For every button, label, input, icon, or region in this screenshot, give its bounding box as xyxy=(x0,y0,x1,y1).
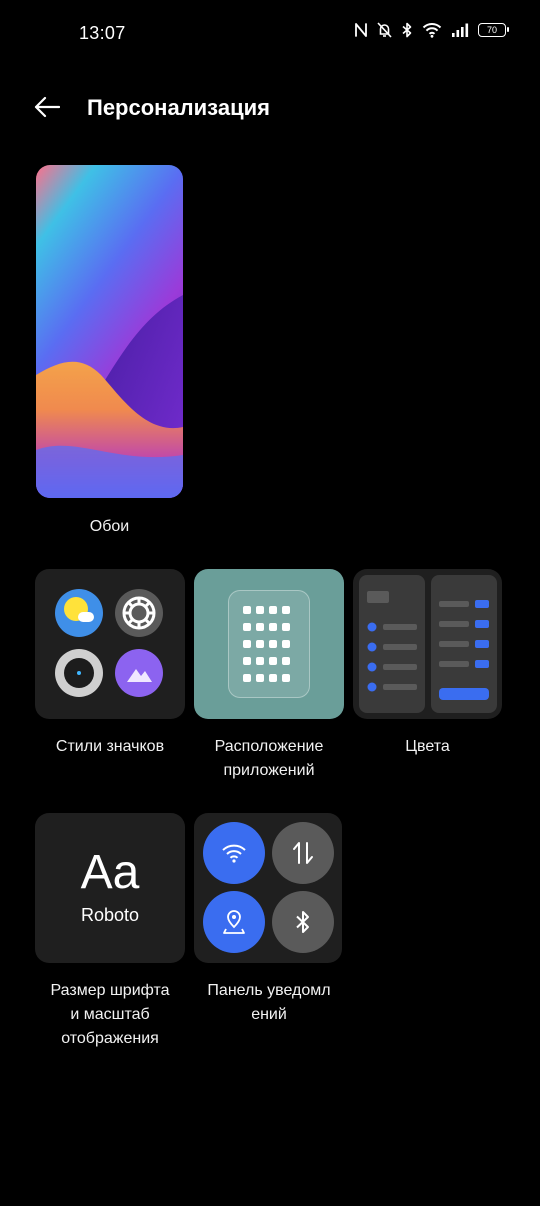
wallpaper-label: Обои xyxy=(89,518,130,535)
app-layout-tile[interactable] xyxy=(194,569,344,719)
wifi-icon xyxy=(422,22,442,38)
font-label-line1: Размер шрифта xyxy=(50,982,170,999)
app-layout-label-line2: приложений xyxy=(223,762,315,779)
qs-wifi-icon xyxy=(203,822,265,884)
notification-panel-label-line1: Панель уведомл xyxy=(207,982,331,999)
font-sample: Aa xyxy=(80,846,140,899)
font-name: Roboto xyxy=(80,905,140,925)
camera-lens-icon xyxy=(55,649,103,697)
status-time: 13:07 xyxy=(79,23,126,43)
status-icons: 70 xyxy=(354,22,509,38)
font-tile[interactable]: Aa Roboto xyxy=(35,813,185,963)
qs-mobile-data-icon xyxy=(272,822,334,884)
icon-styles-label: Стили значков xyxy=(55,738,165,755)
icon-styles-tile[interactable] xyxy=(35,569,185,719)
arrow-left-icon xyxy=(34,96,60,118)
header: Персонализация xyxy=(0,86,540,130)
app-layout-label: Расположение приложений xyxy=(184,735,354,783)
qs-location-icon xyxy=(203,891,265,953)
bluetooth-icon xyxy=(401,22,413,38)
app-layout-label-line1: Расположение xyxy=(214,738,324,755)
page-title: Персонализация xyxy=(87,95,270,120)
back-button[interactable] xyxy=(30,90,64,124)
weather-icon xyxy=(55,589,103,637)
signal-icon xyxy=(451,22,469,38)
notification-panel-label-line2: ений xyxy=(251,1006,287,1023)
notification-panel-label: Панель уведомл ений xyxy=(184,979,354,1027)
colors-preview xyxy=(359,575,497,713)
battery-icon: 70 xyxy=(478,23,509,37)
colors-label: Цвета xyxy=(405,738,450,755)
status-bar: 13:07 70 xyxy=(0,0,540,70)
wallpaper-preview[interactable] xyxy=(36,165,183,498)
notification-panel-tile[interactable] xyxy=(194,813,342,963)
screen: 13:07 70 Персонализация Обои Стили значк… xyxy=(0,0,540,1206)
font-label: Размер шрифта и масштаб отображения xyxy=(25,979,195,1051)
font-label-line2: и масштаб xyxy=(70,1006,150,1023)
nfc-icon xyxy=(354,22,368,38)
qs-bluetooth-icon xyxy=(272,891,334,953)
wallpaper-image xyxy=(36,165,183,498)
settings-gear-icon xyxy=(115,589,163,637)
gallery-icon xyxy=(115,649,163,697)
font-label-line3: отображения xyxy=(61,1030,159,1047)
app-grid-preview xyxy=(228,590,310,698)
colors-tile[interactable] xyxy=(353,569,502,719)
bell-muted-icon xyxy=(377,22,392,38)
